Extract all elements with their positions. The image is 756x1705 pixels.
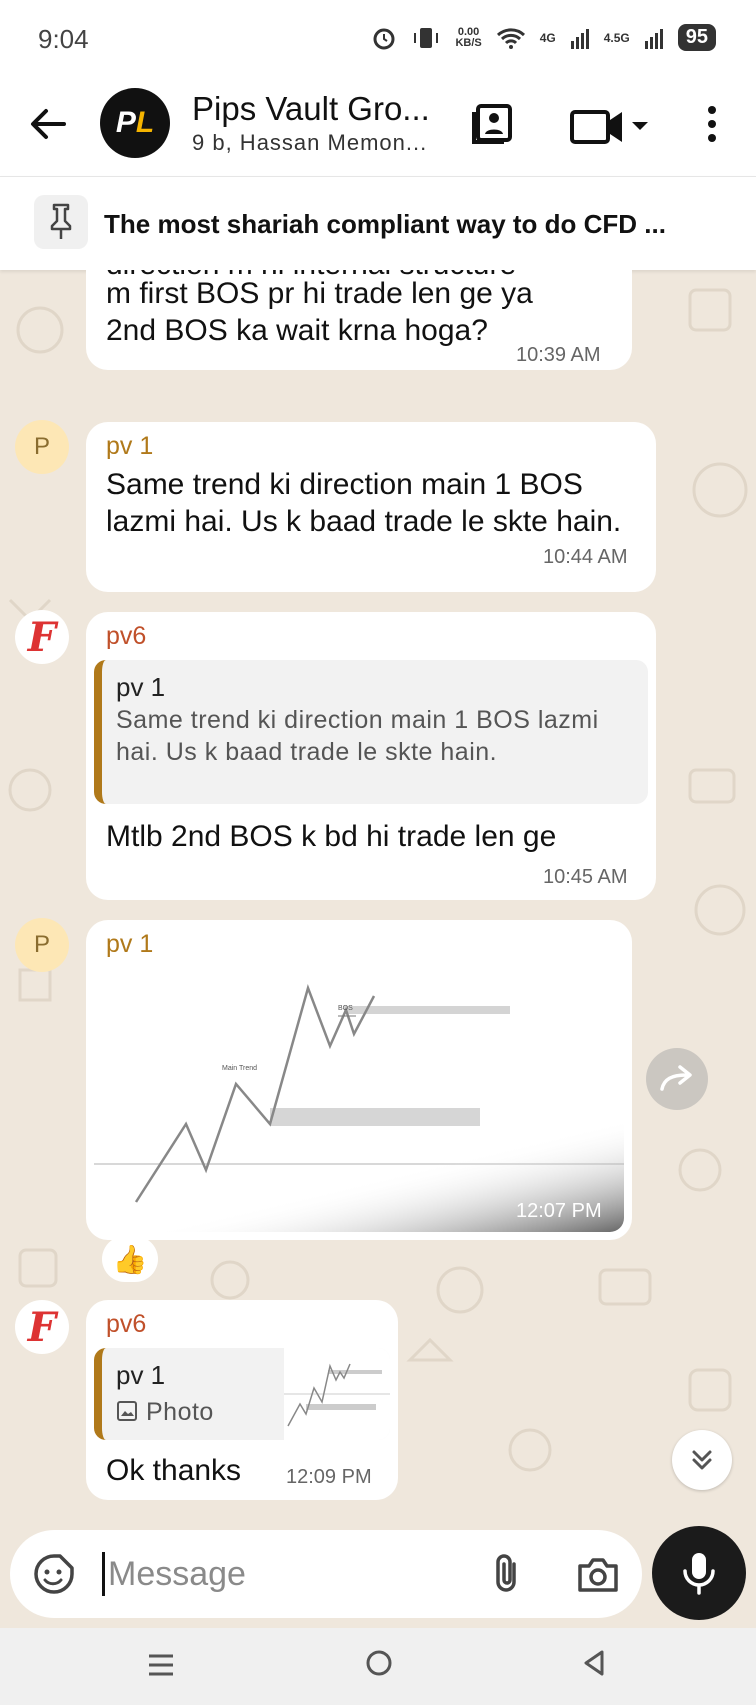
chat-title[interactable]: Pips Vault Gro... [192, 90, 430, 128]
scroll-to-bottom-button[interactable] [672, 1430, 732, 1490]
pin-icon [34, 195, 88, 249]
wifi-icon [496, 27, 525, 49]
message-time: 10:39 AM [516, 344, 601, 366]
reaction-thumbs-up[interactable]: 👍 [102, 1236, 158, 1282]
message-time: 10:45 AM [543, 866, 628, 888]
sender-avatar[interactable]: F [15, 610, 69, 664]
message-time: 12:09 PM [286, 1466, 372, 1488]
microphone-icon [683, 1553, 715, 1595]
net-speed-value: 0.00 [457, 25, 480, 38]
pinned-message-bar[interactable]: The most shariah compliant way to do CFD… [0, 176, 756, 270]
network-4g: 4G [539, 30, 556, 45]
message-composer [0, 1520, 756, 1628]
message-bubble[interactable]: pv 1 Main Trend BOS 12:07 PM [86, 920, 632, 1240]
message-bubble[interactable]: pv6 pv 1 Photo Ok thanks 12:09 PM [86, 1300, 398, 1500]
chat-header: PL Pips Vault Gro... 9 b, Hassan Memon..… [0, 80, 756, 176]
forward-button[interactable] [646, 1048, 708, 1110]
alarm-icon [373, 28, 395, 49]
double-chevron-down-icon [692, 1450, 712, 1470]
message-input-box[interactable] [10, 1530, 642, 1618]
message-text: Ok thanks [106, 1454, 242, 1487]
chat-area[interactable]: direction m hi internal structure m firs… [0, 270, 756, 1520]
pinned-message-text: The most shariah compliant way to do CFD… [104, 209, 666, 239]
recent-apps-icon[interactable] [146, 1650, 176, 1680]
message-time: 12:07 PM [516, 1200, 602, 1222]
sender-name[interactable]: pv6 [106, 1310, 146, 1339]
message-text: m first BOS pr hi trade len ge ya [106, 277, 533, 310]
video-call-icon[interactable] [570, 106, 650, 146]
chat-subtitle[interactable]: 9 b, Hassan Memon... [192, 130, 427, 156]
avatar-letter-b: L [135, 106, 155, 139]
sender-avatar[interactable]: F [15, 1300, 69, 1354]
group-avatar[interactable]: PL [100, 88, 170, 158]
signal-icon-2 [644, 28, 663, 49]
system-navigation-bar [0, 1628, 756, 1705]
net-speed: 0.00 KB/S [455, 25, 482, 49]
network-45g: 4.5G [603, 30, 630, 45]
message-text: Same trend ki direction main 1 BOS lazmi… [106, 468, 622, 538]
status-icons: 0.00 KB/S 4G 4.5G 95 [371, 24, 716, 51]
image-attachment[interactable]: Main Trend BOS 12:07 PM [94, 966, 624, 1232]
chart-image: Main Trend BOS [94, 966, 624, 1232]
message-bubble[interactable]: pv6 pv 1 Same trend ki direction main 1 … [86, 612, 656, 900]
net-speed-unit: KB/S [455, 36, 482, 49]
sticker-emoji-icon[interactable] [32, 1552, 76, 1596]
home-icon[interactable] [364, 1648, 394, 1678]
sender-name[interactable]: pv 1 [106, 432, 153, 461]
image-label-main-trend: Main Trend [222, 1065, 257, 1072]
photo-icon [117, 1401, 137, 1421]
text-cursor [102, 1552, 105, 1596]
quoted-sender: pv 1 [116, 1360, 166, 1390]
vibrate-icon [414, 27, 439, 48]
quoted-message[interactable]: pv 1 Same trend ki direction main 1 BOS … [94, 660, 648, 804]
back-arrow-icon[interactable] [26, 102, 70, 146]
battery-level: 95 [677, 24, 716, 51]
signal-icon [570, 28, 589, 49]
message-time: 10:44 AM [543, 546, 628, 568]
sender-avatar[interactable]: P [15, 918, 69, 972]
message-bubble[interactable]: pv 1 Same trend ki direction main 1 BOS … [86, 422, 656, 592]
paperclip-icon[interactable] [488, 1552, 528, 1596]
avatar-letter-a: P [115, 106, 136, 139]
quoted-photo-thumbnail [284, 1348, 390, 1440]
voice-message-button[interactable] [652, 1526, 746, 1620]
message-text: 2nd BOS ka wait krna hoga? [106, 314, 488, 347]
image-label-bos: BOS [338, 1005, 353, 1012]
quoted-message[interactable]: pv 1 Photo [94, 1348, 390, 1440]
more-options-icon[interactable] [700, 102, 724, 146]
sender-avatar[interactable]: P [15, 420, 69, 474]
quoted-sender: pv 1 [116, 672, 166, 702]
contact-card-icon[interactable] [470, 102, 514, 146]
quoted-text: Photo [146, 1398, 214, 1426]
sender-name[interactable]: pv 1 [106, 930, 153, 959]
forward-icon [660, 1065, 692, 1091]
message-input[interactable] [108, 1546, 458, 1602]
quoted-text: Same trend ki direction main 1 BOS lazmi… [116, 706, 599, 766]
camera-icon[interactable] [576, 1554, 620, 1594]
message-text: Mtlb 2nd BOS k bd hi trade len ge [106, 820, 557, 853]
status-bar: 9:04 0.00 KB/S 4G 4.5G 95 [0, 0, 756, 80]
status-time: 9:04 [38, 24, 89, 54]
sender-name[interactable]: pv6 [106, 622, 146, 651]
nav-back-icon[interactable] [580, 1648, 610, 1678]
